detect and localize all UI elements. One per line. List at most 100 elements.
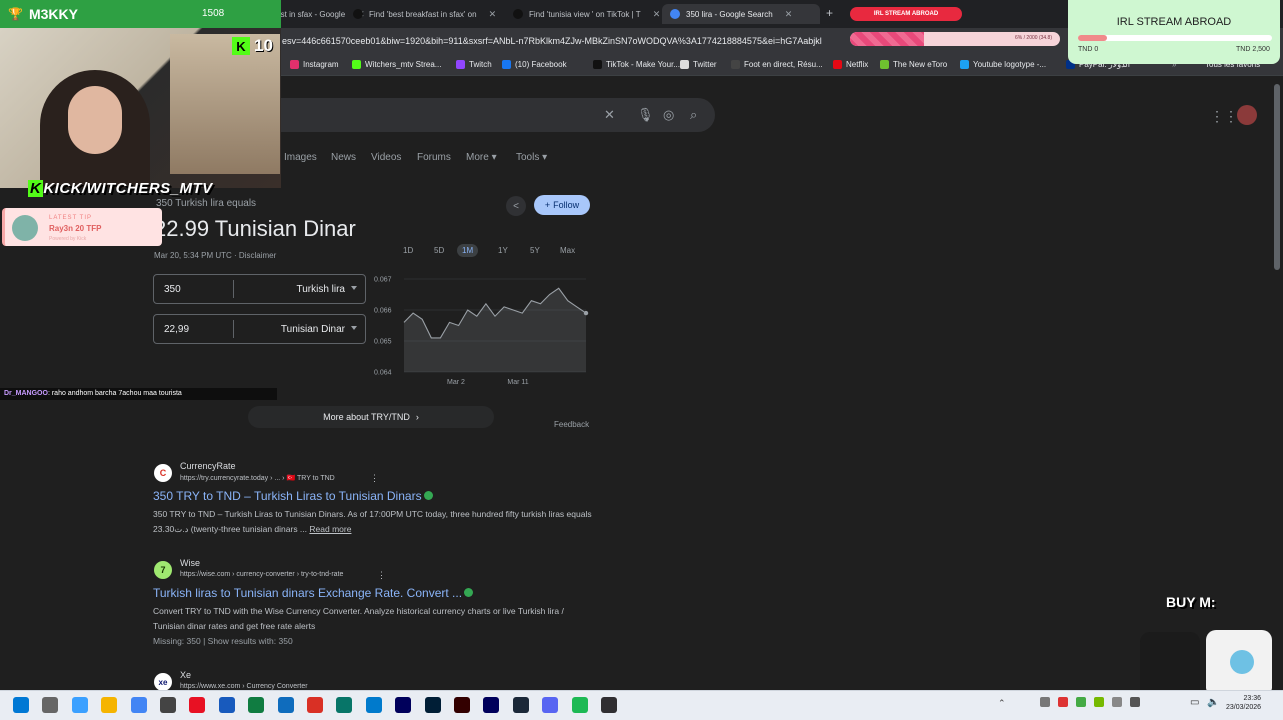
result-title-link[interactable]: 350 TRY to TND – Turkish Liras to Tunisi…	[153, 489, 433, 503]
more-options-icon[interactable]: ⋮	[370, 473, 379, 484]
bookmark-item[interactable]: (10) Facebook	[502, 60, 567, 69]
profile-avatar[interactable]	[1237, 105, 1257, 125]
range-5d[interactable]: 5D	[429, 244, 449, 257]
more-about-button[interactable]: More about TRY/TND ›	[248, 406, 494, 428]
tray-app-icon[interactable]	[1076, 697, 1086, 707]
result-missing-terms[interactable]: Missing: 350 | Show results with: 350	[153, 634, 593, 649]
after-effects-icon[interactable]	[395, 697, 412, 713]
tab-images[interactable]: Images	[284, 152, 317, 163]
copilot-icon[interactable]	[71, 697, 88, 713]
bookmark-item[interactable]: Instagram	[290, 60, 339, 69]
windows-icon[interactable]	[13, 697, 29, 713]
tshirt-logo	[1230, 650, 1254, 674]
tray-app-icon[interactable]	[1112, 697, 1122, 707]
tray-app-icon[interactable]	[1058, 697, 1068, 707]
bookmark-item[interactable]: Twitch	[456, 60, 492, 69]
from-currency-select[interactable]: Turkish lira	[234, 284, 365, 295]
chrome-icon[interactable]	[130, 697, 147, 713]
outlook-icon[interactable]	[277, 697, 294, 713]
feedback-link[interactable]: Feedback	[554, 420, 589, 429]
y-tick-label: 0.065	[374, 339, 392, 346]
result-site-name[interactable]: Xe	[180, 670, 191, 680]
result-url[interactable]: https://try.currencyrate.today › ... › 🇹…	[180, 474, 335, 482]
tab-videos[interactable]: Videos	[371, 152, 401, 163]
result-title-link[interactable]: Turkish liras to Tunisian dinars Exchang…	[153, 586, 474, 600]
converter-result: 22.99 Tunisian Dinar	[154, 216, 356, 241]
to-amount[interactable]: 22,99	[154, 320, 234, 338]
bookmark-item[interactable]: The New eToro	[880, 60, 947, 69]
taskbar-clock[interactable]: 23:36 23/03/2026	[1226, 694, 1261, 712]
search-icon[interactable]: ⌕	[690, 107, 697, 123]
file-explorer-icon[interactable]	[101, 697, 118, 713]
tray-app-icon[interactable]	[1040, 697, 1050, 707]
close-tab-icon[interactable]: ✕	[489, 9, 497, 20]
nvidia-icon[interactable]	[1094, 697, 1104, 707]
range-1d[interactable]: 1D	[398, 244, 418, 257]
webcam-streamer-face	[68, 86, 122, 154]
bookmark-item[interactable]: Netflix	[833, 60, 868, 69]
steam-icon[interactable]	[512, 697, 529, 713]
word-icon[interactable]	[218, 697, 235, 713]
result-snippet: 350 TRY to TND – Turkish Liras to Tunisi…	[153, 509, 592, 534]
range-1m[interactable]: 1M	[457, 244, 479, 257]
bookmark-icon	[502, 60, 511, 69]
illustrator-icon[interactable]	[454, 697, 470, 713]
black-tshirt-image	[1140, 632, 1200, 694]
discord-icon[interactable]	[542, 697, 559, 713]
result-site-name[interactable]: CurrencyRate	[180, 461, 236, 471]
tab-tools[interactable]: Tools ▾	[516, 152, 547, 163]
browser-tab[interactable]: Find 'best breakfast in sfax' on ✕	[345, 4, 504, 24]
result-site-name[interactable]: Wise	[180, 558, 200, 568]
tray-overflow-icon[interactable]: ⌃	[998, 698, 1006, 709]
obs-icon[interactable]	[601, 697, 617, 713]
spotify-icon[interactable]	[571, 697, 588, 713]
media-icon[interactable]	[189, 697, 206, 713]
vscode-icon[interactable]	[365, 697, 382, 713]
clear-search-icon[interactable]: ✕	[604, 107, 615, 123]
tab-more[interactable]: More ▾	[466, 152, 497, 163]
result-url[interactable]: https://wise.com › currency-converter › …	[180, 571, 343, 578]
goal-min: TND 0	[1078, 46, 1099, 53]
plus-icon: +	[544, 200, 551, 210]
pdf-icon[interactable]	[307, 697, 323, 713]
new-tab-button[interactable]: +	[826, 6, 833, 20]
tray-app-icon[interactable]	[1130, 697, 1140, 707]
range-5y[interactable]: 5Y	[525, 244, 545, 257]
browser-tab-active[interactable]: 350 lira - Google Search ✕	[662, 4, 820, 24]
camera-search-icon[interactable]: ◎	[663, 107, 674, 123]
bookmark-item[interactable]: Twitter	[680, 60, 717, 69]
search-icon[interactable]	[42, 697, 59, 713]
microphone-icon[interactable]: 🎙	[637, 107, 654, 123]
bookmark-icon	[880, 60, 889, 69]
read-more-link[interactable]: Read more	[309, 524, 351, 534]
tab-forums[interactable]: Forums	[417, 152, 451, 163]
bookmark-item[interactable]: TikTok - Make Your...	[593, 60, 680, 69]
bookmark-item[interactable]: Foot en direct, Résu...	[731, 60, 823, 69]
to-currency-select[interactable]: Tunisian Dinar	[234, 324, 365, 335]
page-scrollbar[interactable]	[1274, 84, 1280, 270]
close-tab-icon[interactable]: ✕	[653, 9, 661, 20]
photoshop-icon[interactable]	[424, 697, 441, 713]
from-amount[interactable]: 350	[154, 280, 234, 298]
to-currency-field[interactable]: 22,99 Tunisian Dinar	[153, 314, 366, 344]
follow-button[interactable]: + Follow	[534, 195, 590, 215]
from-currency-field[interactable]: 350 Turkish lira	[153, 274, 366, 304]
excel-icon[interactable]	[248, 697, 265, 713]
url-field[interactable]: esv=446c661570ceeb01&biw=1920&bih=911&sx…	[282, 36, 822, 46]
range-1y[interactable]: 1Y	[493, 244, 513, 257]
share-button[interactable]: <	[506, 196, 526, 216]
volume-icon[interactable]: 🔈	[1207, 697, 1219, 708]
more-options-icon[interactable]: ⋮	[377, 570, 386, 581]
bookmark-item[interactable]: Witchers_mtv Strea...	[352, 60, 441, 69]
bookmark-item[interactable]: Youtube logotype -...	[960, 60, 1046, 69]
premiere-icon[interactable]	[483, 697, 500, 713]
close-tab-icon[interactable]: ✕	[785, 9, 793, 20]
browser-tab[interactable]: Find 'tunisia view ' on TikTok | T ✕	[505, 4, 668, 24]
tab-news[interactable]: News	[331, 152, 356, 163]
store-icon[interactable]	[160, 697, 176, 713]
range-max[interactable]: Max	[555, 244, 580, 257]
publisher-icon[interactable]	[336, 697, 353, 713]
network-icon[interactable]: ▭	[1190, 697, 1199, 708]
result-url[interactable]: https://www.xe.com › Currency Converter	[180, 683, 308, 690]
bookmark-icon	[833, 60, 842, 69]
